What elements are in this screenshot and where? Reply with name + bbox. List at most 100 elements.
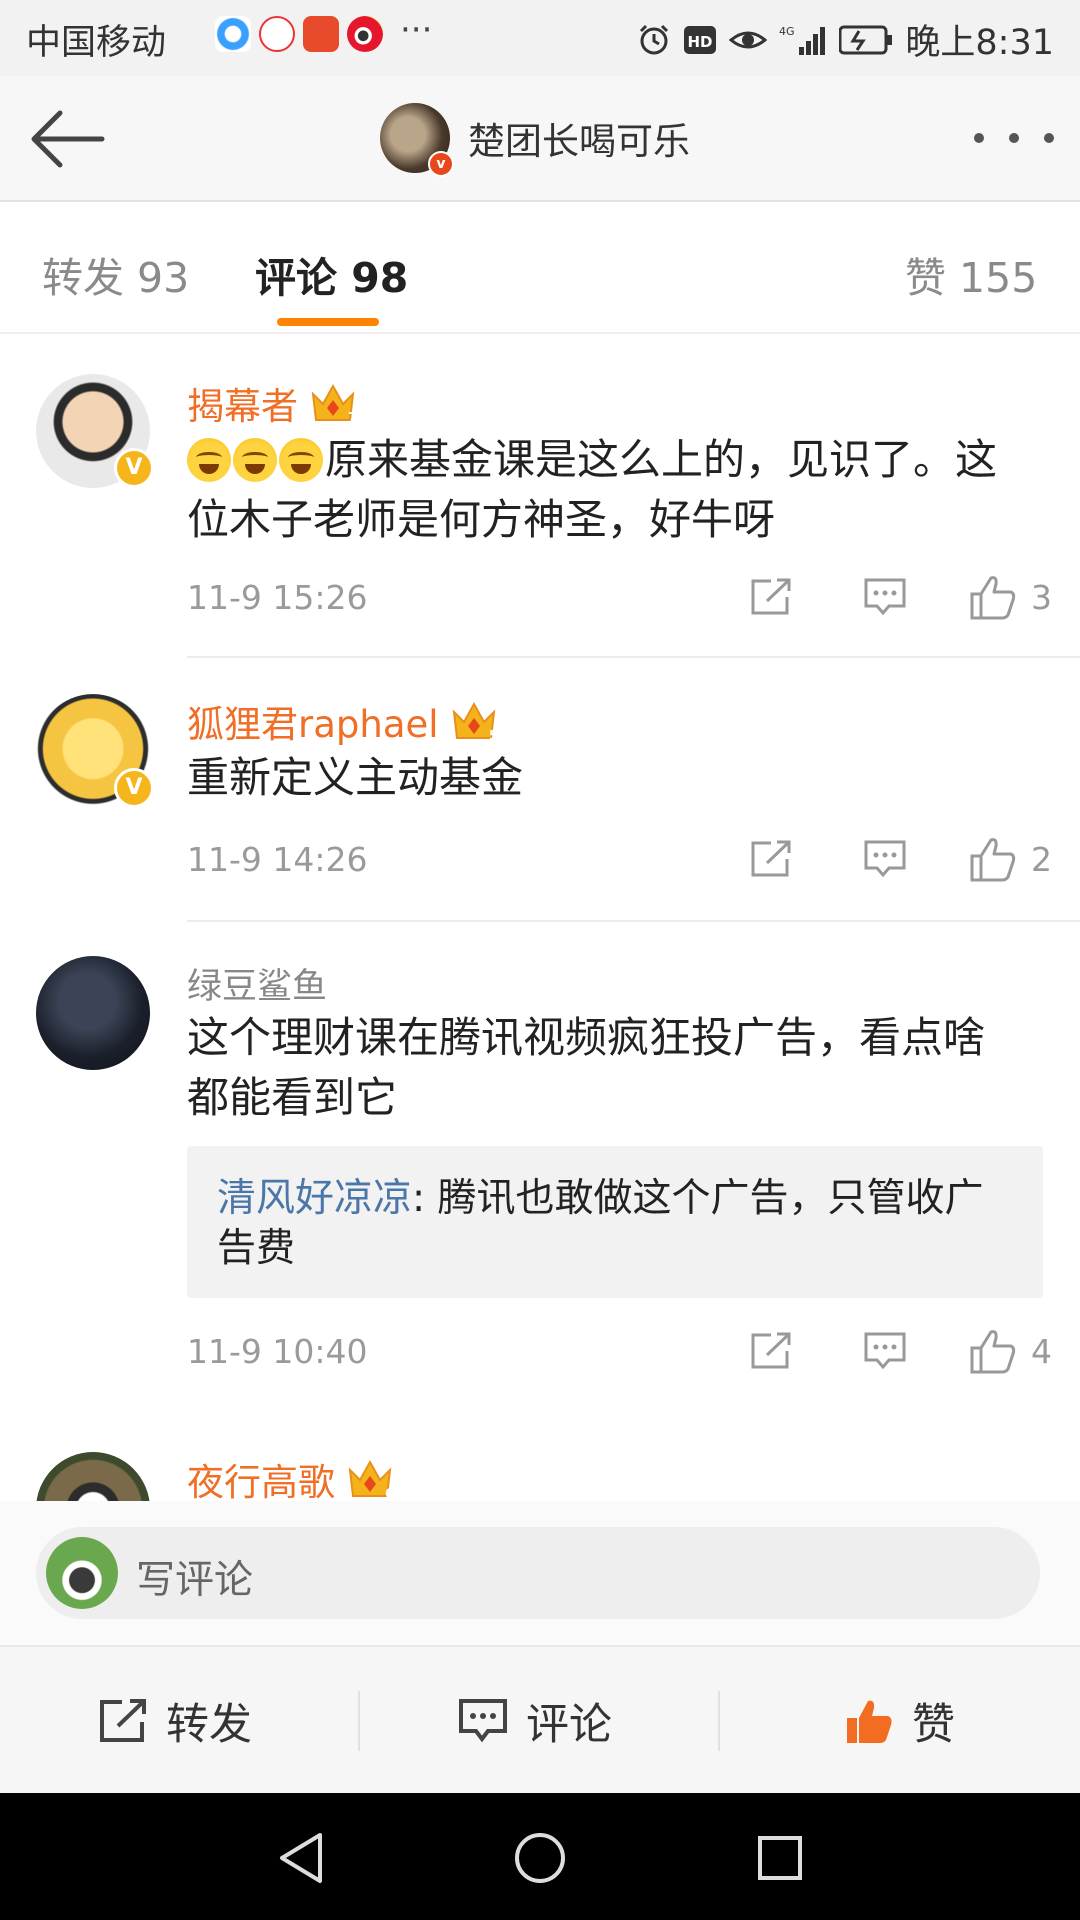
commenter-name[interactable]: 绿豆鲨鱼: [187, 958, 327, 1009]
comment-text: 这个理财课在腾讯视频疯狂投广告，看点啥都能看到它: [187, 1013, 986, 1122]
comment-divider: [187, 656, 1080, 658]
comment-divider: [187, 920, 1080, 922]
like-comment-button[interactable]: 2: [969, 836, 1052, 882]
status-bar: 中国移动 ··· HD 4G 晚上8:31: [0, 0, 1080, 76]
vip-crown-icon: 7: [308, 380, 358, 426]
comment-button[interactable]: 评论: [458, 1647, 612, 1795]
top-navigation: v 楚团长喝可乐: [0, 76, 1080, 202]
action-separator: [718, 1691, 720, 1751]
comment-input[interactable]: 写评论: [36, 1527, 1040, 1619]
comment-list[interactable]: V 揭幕者 7 原来基金课是这么上的，见识了。这位木子老师是何方神圣，好牛呀 1…: [0, 336, 1080, 1501]
commenter-avatar[interactable]: [36, 956, 150, 1070]
back-button[interactable]: [26, 106, 106, 172]
comment-input-placeholder: 写评论: [136, 1558, 254, 1603]
like-label: 赞: [912, 1700, 955, 1750]
notification-icons: [215, 16, 383, 52]
repost-icon: [100, 1699, 146, 1742]
tab-comments[interactable]: 评论 98: [255, 244, 408, 304]
author-avatar[interactable]: v: [380, 103, 454, 177]
svg-text:7: 7: [348, 411, 357, 426]
comment-icon: [459, 1699, 507, 1743]
svg-text:5: 5: [489, 729, 498, 744]
reply-username[interactable]: 清风好凉凉: [217, 1176, 412, 1221]
thumbs-up-icon: [970, 576, 1016, 620]
circle-home-icon: [515, 1833, 565, 1883]
repost-comment-button[interactable]: [741, 1326, 801, 1376]
triangle-back-icon: [280, 1833, 322, 1883]
commenter-name[interactable]: 狐狸君raphael: [187, 694, 439, 748]
weibo-icon: [347, 16, 383, 52]
reply-comment-button[interactable]: [855, 572, 915, 622]
like-button[interactable]: 赞: [844, 1647, 955, 1795]
alarm-icon: [640, 24, 669, 54]
repost-button[interactable]: 转发: [98, 1647, 252, 1795]
post-author[interactable]: v 楚团长喝可乐: [380, 100, 690, 177]
thumbs-up-filled-icon: [847, 1700, 892, 1743]
comment-time: 11-9 14:26: [187, 840, 368, 879]
comment-actions: 3: [687, 572, 1052, 622]
share-icon: [751, 840, 791, 877]
square-recents-icon: [758, 1836, 802, 1880]
more-dot-icon: [1044, 133, 1054, 143]
nav-home-button[interactable]: [505, 1823, 575, 1893]
commenter-name[interactable]: 揭幕者: [187, 376, 298, 430]
carrier-label: 中国移动: [26, 23, 167, 63]
tab-repost[interactable]: 转发 93: [42, 244, 189, 304]
action-separator: [358, 1691, 360, 1751]
system-navigation-bar: [0, 1793, 1080, 1920]
comment-time: 11-9 15:26: [187, 578, 368, 617]
svg-text:4G: 4G: [779, 25, 795, 38]
commenter-avatar[interactable]: V: [36, 374, 154, 488]
tab-likes[interactable]: 赞 155: [905, 244, 1037, 304]
signal-4g-icon: 4G: [779, 25, 826, 55]
post-action-bar: 转发 评论 赞: [0, 1645, 1080, 1793]
repost-comment-button[interactable]: [741, 834, 801, 884]
more-options-button[interactable]: [974, 118, 1054, 158]
comment-icon: [864, 578, 906, 616]
thumbs-up-icon: [970, 1330, 1016, 1374]
comment-time: 11-9 10:40: [187, 1332, 368, 1371]
commenter-avatar[interactable]: V: [36, 694, 154, 808]
commenter-avatar[interactable]: [36, 1452, 150, 1501]
more-notifications-icon: ···: [400, 10, 433, 50]
like-comment-button[interactable]: 3: [969, 574, 1052, 620]
more-dot-icon: [974, 133, 984, 143]
status-right: HD 4G 晚上8:31: [637, 14, 1054, 65]
like-count: 3: [1031, 577, 1052, 617]
cry-laugh-emoji-icon: [279, 438, 323, 482]
verified-badge-icon: V: [114, 768, 154, 808]
commenter-name[interactable]: 夜行高歌: [187, 1452, 335, 1501]
commenter-name-row: 夜行高歌 6: [187, 1452, 395, 1501]
thumbs-up-icon: [970, 838, 1016, 882]
pingan-securities-icon: [303, 16, 339, 52]
reply-comment-button[interactable]: [855, 1326, 915, 1376]
comment-icon: [864, 840, 906, 878]
sina-icon: [259, 16, 295, 52]
commenter-name-row: 揭幕者 7: [187, 376, 358, 430]
repost-comment-button[interactable]: [741, 572, 801, 622]
interaction-tabs: 转发 93 评论 98 赞 155: [0, 202, 1080, 334]
nav-recents-button[interactable]: [745, 1823, 815, 1893]
comment-text: 原来基金课是这么上的，见识了。这位木子老师是何方神圣，好牛呀: [187, 430, 1017, 550]
clock-time: 晚上8:31: [905, 23, 1054, 63]
like-count: 4: [1031, 1331, 1052, 1371]
repost-label: 转发: [166, 1700, 252, 1750]
nav-back-button[interactable]: [266, 1823, 336, 1893]
share-icon: [751, 578, 791, 615]
vip-crown-icon: 6: [345, 1456, 395, 1501]
reply-comment-button[interactable]: [855, 834, 915, 884]
comment-actions: 2: [687, 834, 1052, 884]
cry-laugh-emoji-icon: [233, 438, 277, 482]
svg-text:HD: HD: [688, 33, 713, 51]
eye-icon: [729, 31, 768, 48]
like-comment-button[interactable]: 4: [969, 1328, 1052, 1374]
commenter-name-row: 狐狸君raphael 5: [187, 694, 499, 748]
comment-reply-preview[interactable]: 清风好凉凉: 腾讯也敢做这个广告，只管收广告费: [187, 1146, 1043, 1298]
active-tab-indicator: [277, 318, 379, 326]
author-name[interactable]: 楚团长喝可乐: [468, 111, 690, 165]
comment-compose-bar: 写评论: [0, 1501, 1080, 1645]
back-arrow-icon: [31, 110, 105, 168]
verified-badge-icon: V: [114, 448, 154, 488]
comment-icon: [864, 1332, 906, 1370]
comment-actions: 4: [687, 1326, 1052, 1376]
